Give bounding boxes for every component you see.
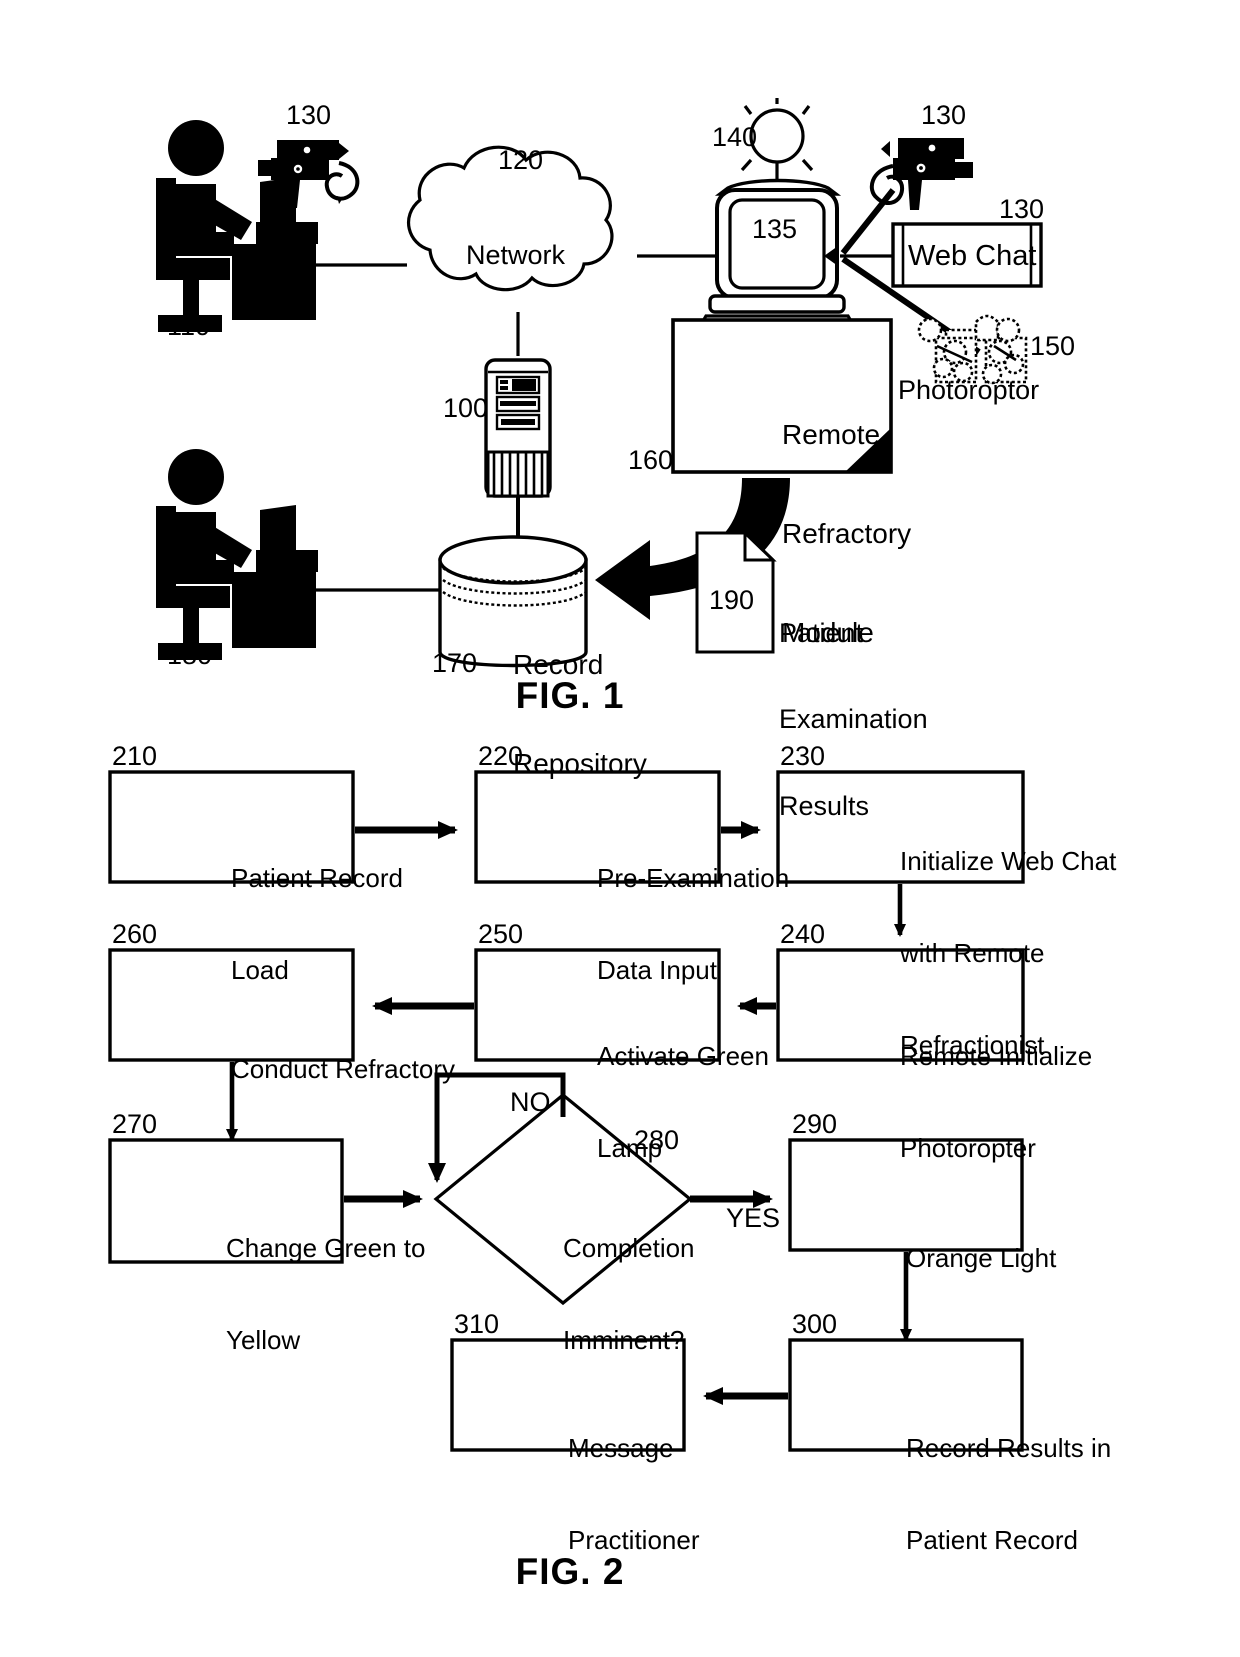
ref-number-240: 240 [780,919,826,949]
ref-number-250: 250 [478,919,524,949]
ref-number-190: 190 [709,585,755,615]
ref-number-120: 120 [498,145,544,175]
ref-number-310: 310 [454,1309,500,1339]
branch-label-no: NO [510,1087,551,1117]
ref-number-140: 140 [712,122,758,152]
figure-1-caption: FIG. 1 [515,675,625,716]
ref-number-130-webchat: 130 [999,194,1045,224]
ref-number-130-remote: 130 [921,100,967,130]
ref-number-210: 210 [112,741,158,771]
ref-number-230: 230 [780,741,826,771]
ref-number-100: 100 [443,393,489,423]
branch-label-yes: YES [726,1203,781,1233]
web-chat-label: Web Chat [908,240,1037,272]
ref-number-180: 180 [167,640,213,670]
photoroptor-label: Photoroptor [898,375,1040,405]
figure-2-caption: FIG. 2 [515,1551,625,1592]
drawing-vector-layer [108,98,1043,1452]
ref-number-170: 170 [432,648,478,678]
ref-number-160: 160 [628,445,674,475]
photoroptor-icon [917,314,1028,385]
ref-number-260: 260 [112,919,158,949]
ref-number-290: 290 [792,1109,838,1139]
practitioner-workstation-icon [156,449,318,660]
network-label: Network [466,240,566,270]
ref-number-110: 110 [167,311,211,341]
patent-drawing-sheet: 130 110 120 Network 100 140 135 130 130 … [0,0,1240,1657]
ref-number-270: 270 [112,1109,158,1139]
ref-number-135: 135 [752,214,798,244]
ref-number-220: 220 [478,741,524,771]
ref-number-150: 150 [1030,331,1076,361]
ref-number-130-patient: 130 [286,100,332,130]
ref-number-300: 300 [792,1309,838,1339]
server-tower-icon [484,358,552,498]
